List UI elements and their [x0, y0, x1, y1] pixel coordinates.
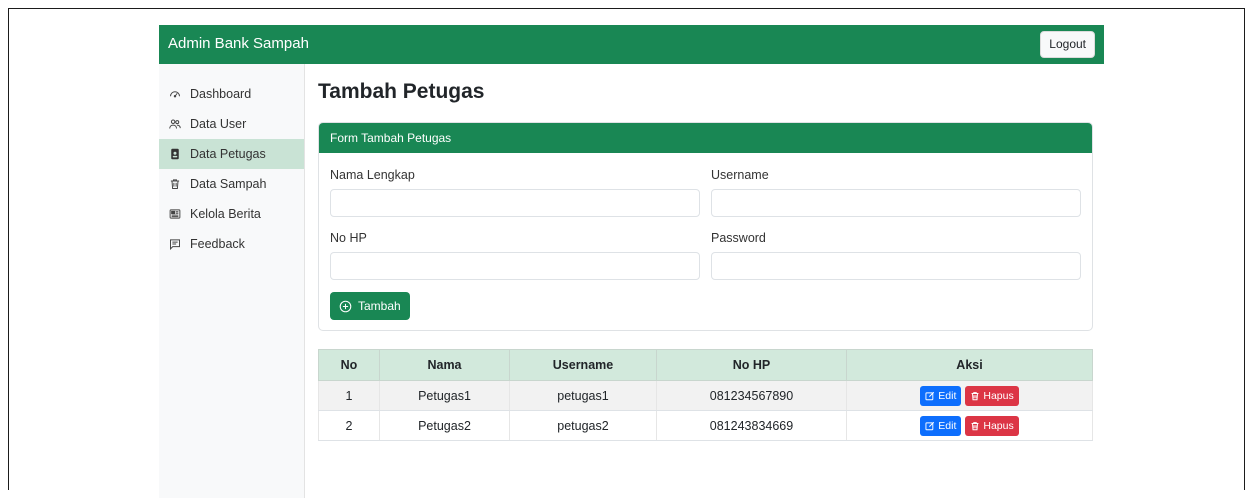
sidebar-item-data-petugas[interactable]: Data Petugas	[159, 139, 304, 169]
edit-button-label: Edit	[938, 419, 957, 432]
trash-icon	[970, 391, 980, 401]
people-icon	[168, 117, 182, 131]
form-card: Form Tambah Petugas Nama Lengkap Usernam…	[318, 122, 1093, 331]
cell-username: petugas2	[509, 410, 657, 441]
username-label: Username	[711, 168, 769, 182]
sidebar-item-label: Data Sampah	[190, 177, 267, 191]
newspaper-icon	[168, 207, 182, 221]
sidebar: Dashboard Data User Data Petugas Data Sa…	[159, 64, 305, 498]
nama-lengkap-input[interactable]	[330, 189, 700, 217]
cell-no-hp: 081234567890	[656, 380, 847, 411]
column-header-no-hp: No HP	[656, 349, 847, 381]
top-navbar: Admin Bank Sampah Logout	[159, 25, 1104, 64]
hapus-button[interactable]: Hapus	[965, 385, 1019, 406]
trash-icon	[970, 421, 980, 431]
cell-nama: Petugas2	[379, 410, 510, 441]
person-badge-icon	[168, 147, 182, 161]
tambah-button-label: Tambah	[358, 299, 401, 313]
edit-button-label: Edit	[938, 389, 957, 402]
sidebar-item-label: Kelola Berita	[190, 207, 261, 221]
plus-circle-icon	[339, 300, 352, 313]
column-header-username: Username	[509, 349, 657, 381]
cell-aksi: Edit Hapus	[846, 380, 1093, 411]
edit-button[interactable]: Edit	[920, 385, 962, 406]
petugas-table: No Nama Username No HP Aksi 1 Petugas1 p…	[318, 349, 1093, 441]
sidebar-item-label: Dashboard	[190, 87, 252, 101]
username-input[interactable]	[711, 189, 1081, 217]
hapus-button[interactable]: Hapus	[965, 415, 1019, 436]
sidebar-item-dashboard[interactable]: Dashboard	[159, 79, 304, 109]
navbar-brand[interactable]: Admin Bank Sampah	[168, 35, 309, 52]
sidebar-item-data-sampah[interactable]: Data Sampah	[159, 169, 304, 199]
password-input[interactable]	[711, 252, 1081, 280]
cell-no-hp: 081243834669	[656, 410, 847, 441]
cell-nama: Petugas1	[379, 380, 510, 411]
column-header-aksi: Aksi	[846, 349, 1093, 381]
sidebar-item-feedback[interactable]: Feedback	[159, 229, 304, 259]
column-header-no: No	[318, 349, 380, 381]
table-header-row: No Nama Username No HP Aksi	[318, 349, 1093, 381]
speedometer-icon	[168, 87, 182, 101]
cell-username: petugas1	[509, 380, 657, 411]
table-row: 2 Petugas2 petugas2 081243834669 Edit Ha…	[318, 410, 1093, 441]
trash-icon	[168, 177, 182, 191]
column-header-nama: Nama	[379, 349, 510, 381]
cell-no: 1	[318, 380, 380, 411]
cell-aksi: Edit Hapus	[846, 410, 1093, 441]
edit-button[interactable]: Edit	[920, 415, 962, 436]
sidebar-item-label: Feedback	[190, 237, 245, 251]
page-title: Tambah Petugas	[318, 80, 485, 103]
logout-button[interactable]: Logout	[1040, 31, 1095, 58]
cell-no: 2	[318, 410, 380, 441]
hapus-button-label: Hapus	[983, 419, 1014, 432]
chat-left-text-icon	[168, 237, 182, 251]
pencil-square-icon	[925, 421, 935, 431]
sidebar-item-data-user[interactable]: Data User	[159, 109, 304, 139]
no-hp-label: No HP	[330, 231, 367, 245]
sidebar-item-kelola-berita[interactable]: Kelola Berita	[159, 199, 304, 229]
password-label: Password	[711, 231, 766, 245]
no-hp-input[interactable]	[330, 252, 700, 280]
table-row: 1 Petugas1 petugas1 081234567890 Edit Ha…	[318, 380, 1093, 411]
form-card-header: Form Tambah Petugas	[319, 123, 1092, 153]
sidebar-item-label: Data Petugas	[190, 147, 266, 161]
tambah-button[interactable]: Tambah	[330, 292, 410, 320]
pencil-square-icon	[925, 391, 935, 401]
nama-lengkap-label: Nama Lengkap	[330, 168, 415, 182]
hapus-button-label: Hapus	[983, 389, 1014, 402]
sidebar-item-label: Data User	[190, 117, 247, 131]
